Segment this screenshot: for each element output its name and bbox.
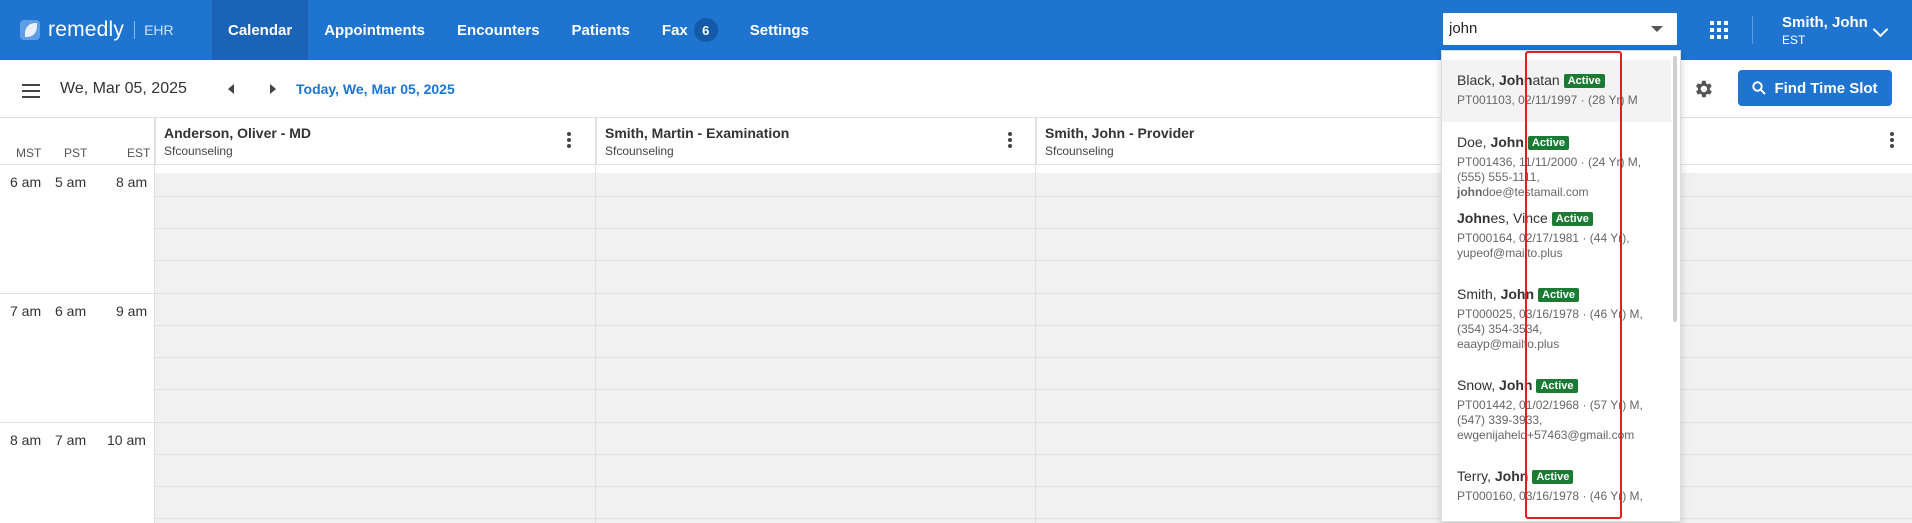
dropdown-caret-icon[interactable] (1651, 26, 1663, 32)
list-item[interactable]: Black, Johnatan Active PT001103, 02/11/19… (1442, 60, 1671, 122)
prev-day-icon[interactable] (228, 84, 234, 94)
nav-calendar[interactable]: Calendar (212, 0, 309, 60)
search-icon (1752, 81, 1767, 95)
brand-logo[interactable]: remedly EHR (20, 16, 174, 44)
chevron-down-icon[interactable] (1872, 21, 1889, 38)
list-item[interactable]: Johnes, Vince Active PT000164, 02/17/1981… (1442, 198, 1671, 274)
more-options-icon[interactable] (1890, 132, 1894, 150)
brand-name: remedly (48, 18, 125, 41)
provider-column-header: Anderson, Oliver - MD Sfcounseling (155, 117, 596, 164)
status-badge: Active (1551, 212, 1593, 226)
list-item[interactable]: Terry, John Active PT000160, 03/16/1978 ·… (1442, 456, 1671, 521)
more-options-icon[interactable] (1008, 132, 1012, 150)
status-badge: Active (1538, 288, 1580, 302)
apps-grid-icon[interactable] (1710, 21, 1728, 39)
tz-est: EST (127, 146, 151, 160)
more-options-icon[interactable] (567, 132, 571, 150)
nav-patients[interactable]: Patients (556, 0, 646, 60)
time-label: 7 am (55, 432, 87, 448)
nav-fax[interactable]: Fax 6 (646, 0, 734, 60)
today-link[interactable]: Today, We, Mar 05, 2025 (296, 81, 455, 97)
nav-encounters[interactable]: Encounters (441, 0, 556, 60)
status-badge: Active (1536, 379, 1578, 393)
leaf-logo-icon (20, 20, 40, 40)
find-time-slot-button[interactable]: Find Time Slot (1738, 70, 1892, 106)
time-label: 8 am (10, 432, 42, 448)
time-label: 8 am (116, 174, 148, 190)
time-label: 6 am (55, 303, 87, 319)
main-nav: Calendar Appointments Encounters Patient… (212, 0, 825, 60)
provider-column-header: Smith, Martin - Examination Sfcounseling (596, 117, 1036, 164)
status-badge: Active (1563, 74, 1605, 88)
patient-search-input[interactable] (1449, 20, 1639, 37)
user-menu[interactable]: Smith, John EST (1782, 14, 1868, 47)
status-badge: Active (1527, 136, 1569, 150)
list-item[interactable]: Snow, John Active PT001442, 01/02/1968 · … (1442, 365, 1671, 456)
brand-product: EHR (144, 22, 174, 38)
time-label: 5 am (55, 174, 87, 190)
time-label: 10 am (107, 432, 146, 448)
next-day-icon[interactable] (270, 84, 276, 94)
time-label: 6 am (10, 174, 42, 190)
tz-mst: MST (16, 146, 42, 160)
tz-pst: PST (64, 146, 88, 160)
time-label: 7 am (10, 303, 42, 319)
patient-search-results: Black, Johnatan Active PT001103, 02/11/19… (1441, 50, 1681, 522)
patient-search-combobox[interactable] (1441, 11, 1679, 47)
nav-appointments[interactable]: Appointments (308, 0, 441, 60)
list-item[interactable]: Smith, John Active PT000025, 03/16/1978 ·… (1442, 274, 1671, 365)
status-badge: Active (1532, 470, 1574, 484)
fax-count-badge: 6 (693, 18, 718, 42)
list-item[interactable]: Doe, John Active PT001436, 11/11/2000 · (… (1442, 122, 1671, 199)
current-date: We, Mar 05, 2025 (60, 80, 187, 97)
results-scrollbar[interactable] (1673, 56, 1677, 322)
user-name: Smith, John (1782, 14, 1868, 31)
time-label: 9 am (116, 303, 148, 319)
gear-icon[interactable] (1692, 78, 1714, 100)
user-timezone: EST (1782, 33, 1806, 47)
menu-icon[interactable] (22, 84, 40, 102)
nav-settings[interactable]: Settings (734, 0, 825, 60)
